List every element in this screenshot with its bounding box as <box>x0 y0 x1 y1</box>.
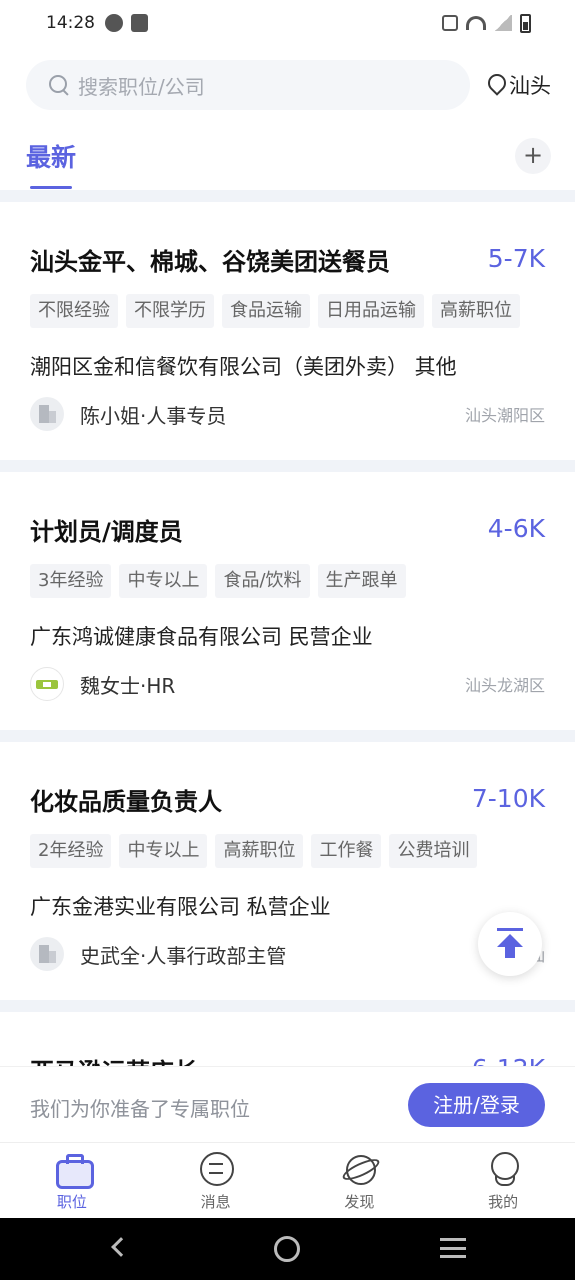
recruiter: 史武全·人事行政部主管 <box>30 937 286 971</box>
recruiter: 魏女士·HR <box>30 667 175 701</box>
nav-messages[interactable]: 消息 <box>144 1143 288 1218</box>
register-prompt: 我们为你准备了专属职位 <box>30 1097 250 1121</box>
search-input[interactable]: 搜索职位/公司 <box>26 60 470 110</box>
status-notification-icons <box>105 14 148 32</box>
nav-label: 职位 <box>56 1193 87 1211</box>
job-tag: 2年经验 <box>30 834 112 868</box>
location-pin-icon <box>487 74 505 96</box>
nav-label: 我的 <box>488 1193 519 1211</box>
recruiter-name: 史武全·人事行政部主管 <box>80 943 287 968</box>
job-tags: 2年经验 中专以上 高薪职位 工作餐 公费培训 <box>30 834 478 868</box>
job-tags: 不限经验 不限学历 食品运输 日用品运输 高薪职位 <box>30 294 520 328</box>
job-tag: 不限学历 <box>126 294 214 328</box>
job-salary: 4-6K <box>487 514 545 543</box>
tab-row: 最新 + <box>26 128 551 189</box>
job-tag: 工作餐 <box>311 834 382 868</box>
briefcase-icon <box>55 1151 94 1189</box>
wifi-icon <box>466 16 486 30</box>
job-salary: 5-7K <box>487 244 545 273</box>
register-login-button[interactable]: 注册/登录 <box>408 1083 545 1127</box>
job-area: 汕头潮阳区 <box>464 406 545 425</box>
job-tag: 生产跟单 <box>317 564 406 598</box>
back-icon[interactable] <box>111 1237 131 1257</box>
job-card[interactable]: 汕头金平、棉城、谷饶美团送餐员 5-7K 不限经验 不限学历 食品运输 日用品运… <box>0 202 575 460</box>
register-bar: 我们为你准备了专属职位 注册/登录 <box>0 1066 575 1142</box>
recruiter-name: 魏女士·HR <box>80 673 176 698</box>
job-tag: 高薪职位 <box>215 834 304 868</box>
status-time: 14:28 <box>46 13 95 33</box>
recruiter: 陈小姐·人事专员 <box>30 397 226 431</box>
system-nav-bar <box>0 1218 575 1280</box>
nav-discover[interactable]: 发现 <box>288 1143 432 1218</box>
vibrate-icon <box>442 15 458 31</box>
job-title: 计划员/调度员 <box>30 518 183 546</box>
building-avatar-icon <box>30 937 64 971</box>
shopping-bag-icon <box>131 14 148 32</box>
person-icon <box>486 1151 520 1186</box>
job-area: 汕头龙湖区 <box>464 676 545 695</box>
home-icon[interactable] <box>274 1236 300 1262</box>
job-tag: 食品/饮料 <box>215 564 310 598</box>
job-tag: 3年经验 <box>30 564 112 598</box>
job-title: 汕头金平、棉城、谷饶美团送餐员 <box>30 248 390 276</box>
status-bar: 14:28 <box>0 0 575 46</box>
job-tag: 食品运输 <box>222 294 310 328</box>
search-placeholder: 搜索职位/公司 <box>78 74 205 99</box>
job-card[interactable]: 亚马逊运营店长 6-12K <box>0 1012 575 1072</box>
arrow-up-icon-stem <box>505 946 515 958</box>
company-name: 潮阳区金和信餐饮有限公司（美团外卖） 其他 <box>30 355 457 379</box>
job-card[interactable]: 计划员/调度员 4-6K 3年经验 中专以上 食品/饮料 生产跟单 广东鸿诚健康… <box>0 472 575 730</box>
company-name: 广东鸿诚健康食品有限公司 民营企业 <box>30 625 373 649</box>
job-tag: 公费培训 <box>389 834 478 868</box>
company-logo-icon <box>30 667 64 701</box>
card-divider <box>0 190 575 202</box>
card-divider <box>0 460 575 472</box>
status-system-icons <box>442 13 531 33</box>
job-tag: 不限经验 <box>30 294 118 328</box>
add-tab-button[interactable]: + <box>515 138 551 174</box>
job-tag: 中专以上 <box>119 834 208 868</box>
card-divider <box>0 1000 575 1012</box>
nav-label: 消息 <box>200 1193 231 1211</box>
job-tag: 中专以上 <box>119 564 208 598</box>
location-selector[interactable]: 汕头 <box>487 70 551 100</box>
back-to-top-button[interactable] <box>478 912 542 976</box>
search-icon <box>48 74 70 96</box>
search-row: 搜索职位/公司 汕头 <box>26 60 551 110</box>
job-title: 化妆品质量负责人 <box>30 788 222 816</box>
company-name: 广东金港实业有限公司 私营企业 <box>30 895 331 919</box>
tab-latest[interactable]: 最新 <box>26 138 76 174</box>
recent-apps-icon[interactable] <box>440 1238 466 1258</box>
nav-label: 发现 <box>344 1193 375 1211</box>
signal-icon <box>494 15 512 31</box>
planet-icon <box>342 1151 377 1185</box>
building-avatar-icon <box>30 397 64 431</box>
location-label: 汕头 <box>509 74 551 98</box>
bottom-nav: 职位 消息 发现 我的 <box>0 1142 575 1218</box>
message-icon <box>199 1151 234 1186</box>
job-salary: 7-10K <box>471 784 545 813</box>
nav-profile[interactable]: 我的 <box>431 1143 575 1218</box>
card-divider <box>0 730 575 742</box>
nav-jobs[interactable]: 职位 <box>0 1143 144 1218</box>
battery-icon <box>520 13 531 33</box>
app-notification-icon <box>105 14 123 32</box>
job-tags: 3年经验 中专以上 食品/饮料 生产跟单 <box>30 564 406 598</box>
tab-active-indicator <box>30 186 72 189</box>
job-tag: 日用品运输 <box>318 294 424 328</box>
job-tag: 高薪职位 <box>432 294 520 328</box>
recruiter-name: 陈小姐·人事专员 <box>80 403 227 428</box>
